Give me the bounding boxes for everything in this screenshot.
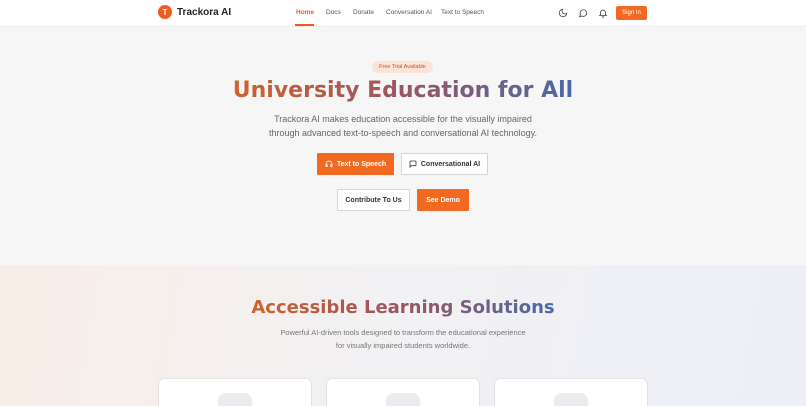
- document-icon: [386, 393, 420, 406]
- target-icon: [218, 393, 252, 406]
- nav-text-to-speech[interactable]: Text to Speech: [441, 9, 484, 16]
- brand[interactable]: T Trackora AI: [158, 5, 231, 19]
- nav-donate[interactable]: Donate: [353, 9, 374, 16]
- message-square-icon: [409, 160, 417, 168]
- solutions-subtitle-line: for visually impaired students worldwide…: [335, 340, 471, 350]
- headphones-icon: [325, 160, 333, 168]
- see-demo-button-label: See Demo: [426, 196, 460, 204]
- hero-title-text: University Education for All: [232, 78, 574, 103]
- solutions-title-text: Accessible Learning Solutions: [251, 297, 555, 318]
- free-trial-badge: Free Trial Available: [372, 61, 433, 73]
- see-demo-button[interactable]: See Demo: [417, 189, 469, 211]
- feature-card[interactable]: [494, 378, 648, 406]
- chat-bubble-icon[interactable]: [577, 7, 589, 19]
- conversational-ai-button[interactable]: Conversational AI: [401, 153, 488, 175]
- brand-name: Trackora AI: [177, 6, 232, 18]
- active-nav-indicator: [295, 24, 314, 26]
- text-to-speech-button-label: Text to Speech: [336, 160, 387, 168]
- hero-title: University Education for All: [0, 78, 806, 103]
- nav-conversation-ai[interactable]: Conversation AI: [386, 9, 432, 16]
- hero-subtitle: Trackora AI makes education accessible f…: [0, 112, 806, 140]
- feature-card[interactable]: [326, 378, 480, 406]
- hero-subtitle-line: through advanced text-to-speech and conv…: [268, 128, 537, 138]
- bell-icon[interactable]: [597, 7, 609, 19]
- solutions-subtitle: Powerful AI-driven tools designed to tra…: [0, 327, 806, 352]
- moon-icon[interactable]: [557, 7, 569, 19]
- top-navbar: T Trackora AI Home Docs Donate Conversat…: [0, 0, 806, 27]
- nav-home[interactable]: Home: [296, 9, 314, 16]
- feature-card[interactable]: [158, 378, 312, 406]
- hero-subtitle-line: Trackora AI makes education accessible f…: [274, 114, 532, 124]
- sign-in-button[interactable]: Sign In: [616, 6, 647, 20]
- text-to-speech-button[interactable]: Text to Speech: [317, 153, 394, 175]
- contribute-button[interactable]: Contribute To Us: [337, 189, 410, 211]
- contribute-button-label: Contribute To Us: [345, 196, 402, 204]
- solutions-title: Accessible Learning Solutions: [0, 297, 806, 318]
- brand-logo: T: [158, 5, 172, 19]
- conversational-ai-button-label: Conversational AI: [420, 160, 481, 168]
- solutions-subtitle-line: Powerful AI-driven tools designed to tra…: [280, 328, 526, 337]
- nav-docs[interactable]: Docs: [326, 9, 341, 16]
- book-icon: [554, 393, 588, 406]
